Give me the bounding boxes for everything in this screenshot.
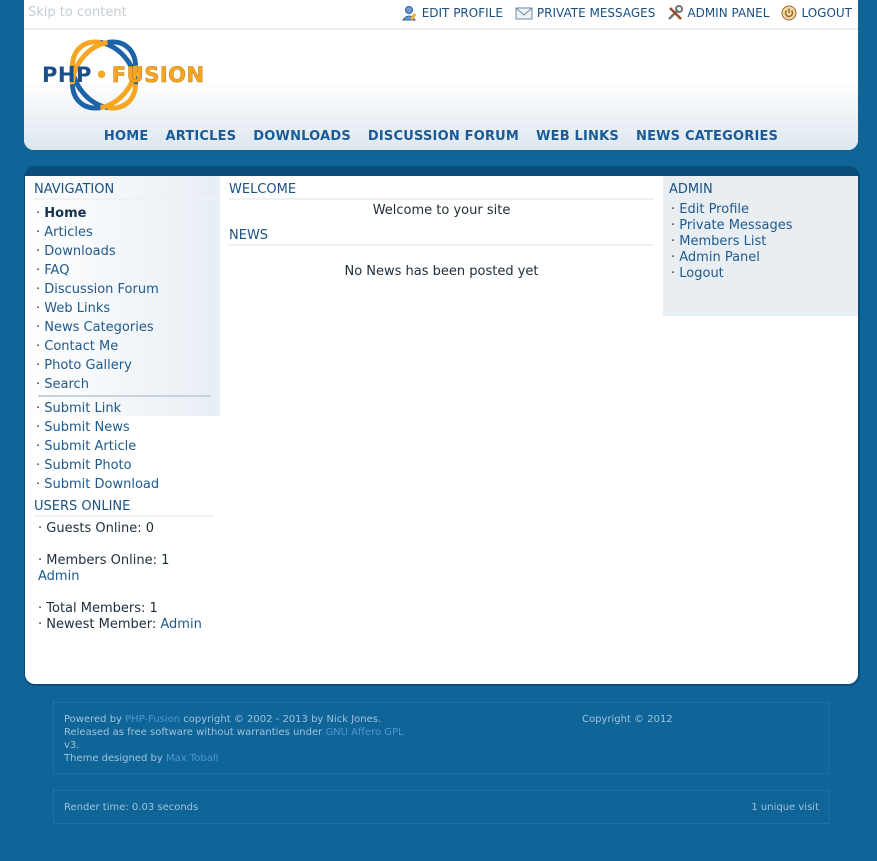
nav-articles[interactable]: ARTICLES (165, 129, 236, 144)
center-column: WELCOME Welcome to your site NEWS No New… (229, 176, 654, 279)
sidebar-item-faq[interactable]: · FAQ (36, 261, 220, 280)
navigation-title: NAVIGATION (34, 182, 214, 200)
private-messages-label: PRIVATE MESSAGES (536, 6, 656, 20)
admin-panel-link[interactable]: ADMIN PANEL (667, 5, 769, 21)
header: Skip to content EDIT PROFILE PRIVATE MES… (24, 0, 858, 150)
admin-item-members-list[interactable]: · Members List (671, 234, 858, 250)
sidebar-item-submit-article[interactable]: · Submit Article (36, 437, 220, 456)
sidebar-item-web-links[interactable]: · Web Links (36, 299, 220, 318)
sidebar-item-search[interactable]: · Search (36, 375, 220, 394)
php-fusion-logo[interactable]: PHP • FUSION (40, 25, 260, 125)
admin-item-logout[interactable]: · Logout (671, 266, 858, 282)
newest-member: · Newest Member: Admin (38, 617, 202, 632)
designer-link[interactable]: Max Toball (166, 753, 218, 764)
navigation-divider (38, 395, 211, 397)
sidebar-item-photo-gallery[interactable]: · Photo Gallery (36, 356, 220, 375)
nav-downloads[interactable]: DOWNLOADS (253, 129, 351, 144)
footer-credits: Powered by PHP-Fusion copyright © 2002 -… (53, 702, 829, 774)
users-online-title: USERS ONLINE (34, 499, 214, 517)
footer-credits-text: Powered by PHP-Fusion copyright © 2002 -… (64, 714, 404, 764)
total-members: · Total Members: 1 (38, 601, 158, 616)
footer-stats: Render time: 0.03 seconds 1 unique visit (53, 790, 829, 824)
submit-list: · Submit Link · Submit News · Submit Art… (25, 399, 220, 494)
sidebar-item-discussion-forum[interactable]: · Discussion Forum (36, 280, 220, 299)
logout-label: LOGOUT (801, 6, 852, 20)
edit-profile-link[interactable]: EDIT PROFILE (401, 5, 503, 21)
news-title: NEWS (229, 228, 654, 246)
edit-profile-label: EDIT PROFILE (421, 6, 503, 20)
php-fusion-link[interactable]: PHP-Fusion (125, 714, 180, 725)
members-online: · Members Online: 1 (38, 553, 170, 568)
admin-title: ADMIN (669, 182, 713, 197)
admin-panel-label: ADMIN PANEL (687, 6, 770, 20)
nav-home[interactable]: HOME (104, 129, 149, 144)
header-divider (24, 28, 858, 30)
sidebar-item-contact-me[interactable]: · Contact Me (36, 337, 220, 356)
power-icon (781, 5, 797, 21)
nav-web-links[interactable]: WEB LINKS (536, 129, 619, 144)
welcome-title: WELCOME (229, 182, 654, 200)
content-area: NAVIGATION · Home · Articles · Downloads… (25, 176, 858, 684)
admin-item-private-messages[interactable]: · Private Messages (671, 218, 858, 234)
license-link[interactable]: GNU Affero GPL (325, 727, 403, 738)
left-sidebar: NAVIGATION · Home · Articles · Downloads… (25, 176, 220, 494)
logo-wordmark: PHP • FUSION (42, 63, 205, 88)
admin-sidebar: ADMIN · Edit Profile · Private Messages … (663, 176, 858, 316)
sidebar-item-submit-download[interactable]: · Submit Download (36, 475, 220, 494)
logout-link[interactable]: LOGOUT (781, 5, 852, 21)
sidebar-item-submit-photo[interactable]: · Submit Photo (36, 456, 220, 475)
user-links: EDIT PROFILE PRIVATE MESSAGES ADMIN PANE… (401, 5, 852, 21)
navigation-list: · Home · Articles · Downloads · FAQ · Di… (25, 200, 220, 394)
tools-icon (668, 5, 684, 20)
private-messages-link[interactable]: PRIVATE MESSAGES (515, 6, 655, 20)
admin-item-edit-profile[interactable]: · Edit Profile (671, 202, 858, 218)
unique-visits: 1 unique visit (751, 802, 819, 813)
edit-profile-icon (401, 6, 417, 21)
main-navigation: HOME ARTICLES DOWNLOADS DISCUSSION FORUM… (24, 129, 858, 144)
sidebar-item-downloads[interactable]: · Downloads (36, 242, 220, 261)
nav-news-categories[interactable]: NEWS CATEGORIES (636, 129, 778, 144)
skip-to-content-link[interactable]: Skip to content (28, 5, 127, 20)
users-online-panel: USERS ONLINE · Guests Online: 0 · Member… (25, 499, 220, 633)
nav-discussion-forum[interactable]: DISCUSSION FORUM (368, 129, 519, 144)
envelope-icon (515, 7, 533, 20)
sidebar-item-articles[interactable]: · Articles (36, 223, 220, 242)
admin-item-admin-panel[interactable]: · Admin Panel (671, 250, 858, 266)
sidebar-item-submit-link[interactable]: · Submit Link (36, 399, 220, 418)
online-member-admin[interactable]: Admin (25, 569, 220, 585)
footer-copyright: Copyright © 2012 (582, 714, 673, 725)
welcome-text: Welcome to your site (372, 203, 511, 218)
render-time: Render time: 0.03 seconds (64, 802, 199, 813)
sidebar-item-submit-news[interactable]: · Submit News (36, 418, 220, 437)
sidebar-item-home[interactable]: · Home (36, 204, 220, 223)
admin-list: · Edit Profile · Private Messages · Memb… (663, 198, 858, 282)
no-news-message: No News has been posted yet (344, 264, 539, 279)
sidebar-item-news-categories[interactable]: · News Categories (36, 318, 220, 337)
guests-online: · Guests Online: 0 (38, 521, 155, 536)
newest-member-link[interactable]: Admin (160, 617, 201, 632)
